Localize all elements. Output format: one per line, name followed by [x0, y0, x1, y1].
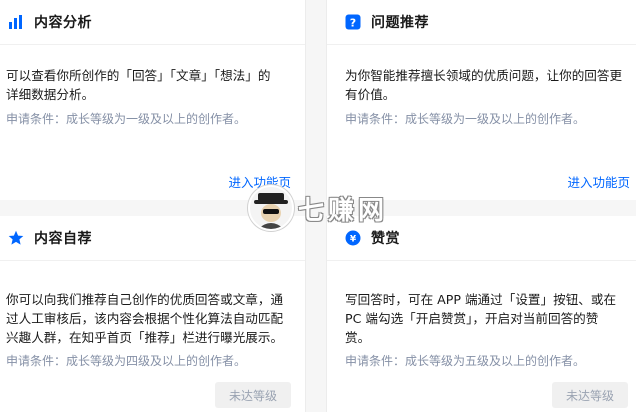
- watermark-avatar-icon: [248, 185, 294, 231]
- level-not-reached-button[interactable]: 未达等级: [215, 382, 291, 408]
- enter-feature-link[interactable]: 进入功能页: [567, 172, 630, 191]
- bar-chart-icon: [8, 14, 24, 30]
- self-recommend-card: 内容自荐 你可以向我们推荐自己创作的优质回答或文章，通 过人工审核后，该内容会根…: [0, 216, 306, 412]
- description-line: 为你智能推荐擅长领域的优质问题，让你的回答更: [345, 68, 623, 83]
- apply-condition: 申请条件：成长等级为一级及以上的创作者。: [6, 112, 247, 126]
- svg-text:¥: ¥: [350, 235, 357, 245]
- description-line: 你可以向我们推荐自己创作的优质回答或文章，通: [6, 292, 284, 307]
- question-mark-icon: ?: [345, 14, 361, 30]
- card-title: 内容自荐: [34, 231, 92, 247]
- card-description: 写回答时，可在 APP 端通过「设置」按钮、或在 PC 端勾选「开启赞赏」，开启…: [345, 290, 626, 347]
- apply-condition: 申请条件：成长等级为四级及以上的创作者。: [6, 354, 247, 368]
- apply-condition: 申请条件：成长等级为一级及以上的创作者。: [345, 112, 586, 126]
- svg-text:?: ?: [350, 17, 356, 30]
- description-line: PC 端勾选「开启赞赏」，开启对当前回答的赞: [345, 311, 599, 326]
- card-header: ? 问题推荐: [327, 0, 636, 45]
- level-not-reached-button[interactable]: 未达等级: [552, 382, 628, 408]
- description-line: 写回答时，可在 APP 端通过「设置」按钮、或在: [345, 292, 617, 307]
- watermark: 七赚网: [248, 183, 388, 233]
- card-title: 内容分析: [34, 15, 92, 31]
- content-analysis-card: 内容分析 可以查看你所创作的「回答」「文章」「想法」的 详细数据分析。 申请条件…: [0, 0, 306, 200]
- card-description: 可以查看你所创作的「回答」「文章」「想法」的 详细数据分析。: [6, 66, 291, 104]
- description-line: 详细数据分析。: [6, 87, 95, 102]
- appreciate-card: ¥ 赞赏 写回答时，可在 APP 端通过「设置」按钮、或在 PC 端勾选「开启赞…: [326, 216, 636, 412]
- star-icon: [8, 230, 24, 246]
- description-line: 兴趣人群，在知乎首页「推荐」栏进行曝光展示。: [6, 330, 284, 345]
- watermark-text: 七赚网: [298, 195, 389, 226]
- description-line: 过人工审核后，该内容会根据个性化算法自动匹配: [6, 311, 284, 326]
- apply-condition: 申请条件：成长等级为五级及以上的创作者。: [345, 354, 586, 368]
- description-line: 赏。: [345, 330, 371, 345]
- card-title: 问题推荐: [371, 15, 429, 31]
- card-header: 内容分析: [0, 0, 305, 45]
- card-description: 为你智能推荐擅长领域的优质问题，让你的回答更 有价值。: [345, 66, 626, 104]
- description-line: 可以查看你所创作的「回答」「文章」「想法」的: [6, 68, 271, 83]
- description-line: 有价值。: [345, 87, 396, 102]
- question-recommend-card: ? 问题推荐 为你智能推荐擅长领域的优质问题，让你的回答更 有价值。 申请条件：…: [326, 0, 636, 200]
- card-description: 你可以向我们推荐自己创作的优质回答或文章，通 过人工审核后，该内容会根据个性化算…: [6, 290, 291, 347]
